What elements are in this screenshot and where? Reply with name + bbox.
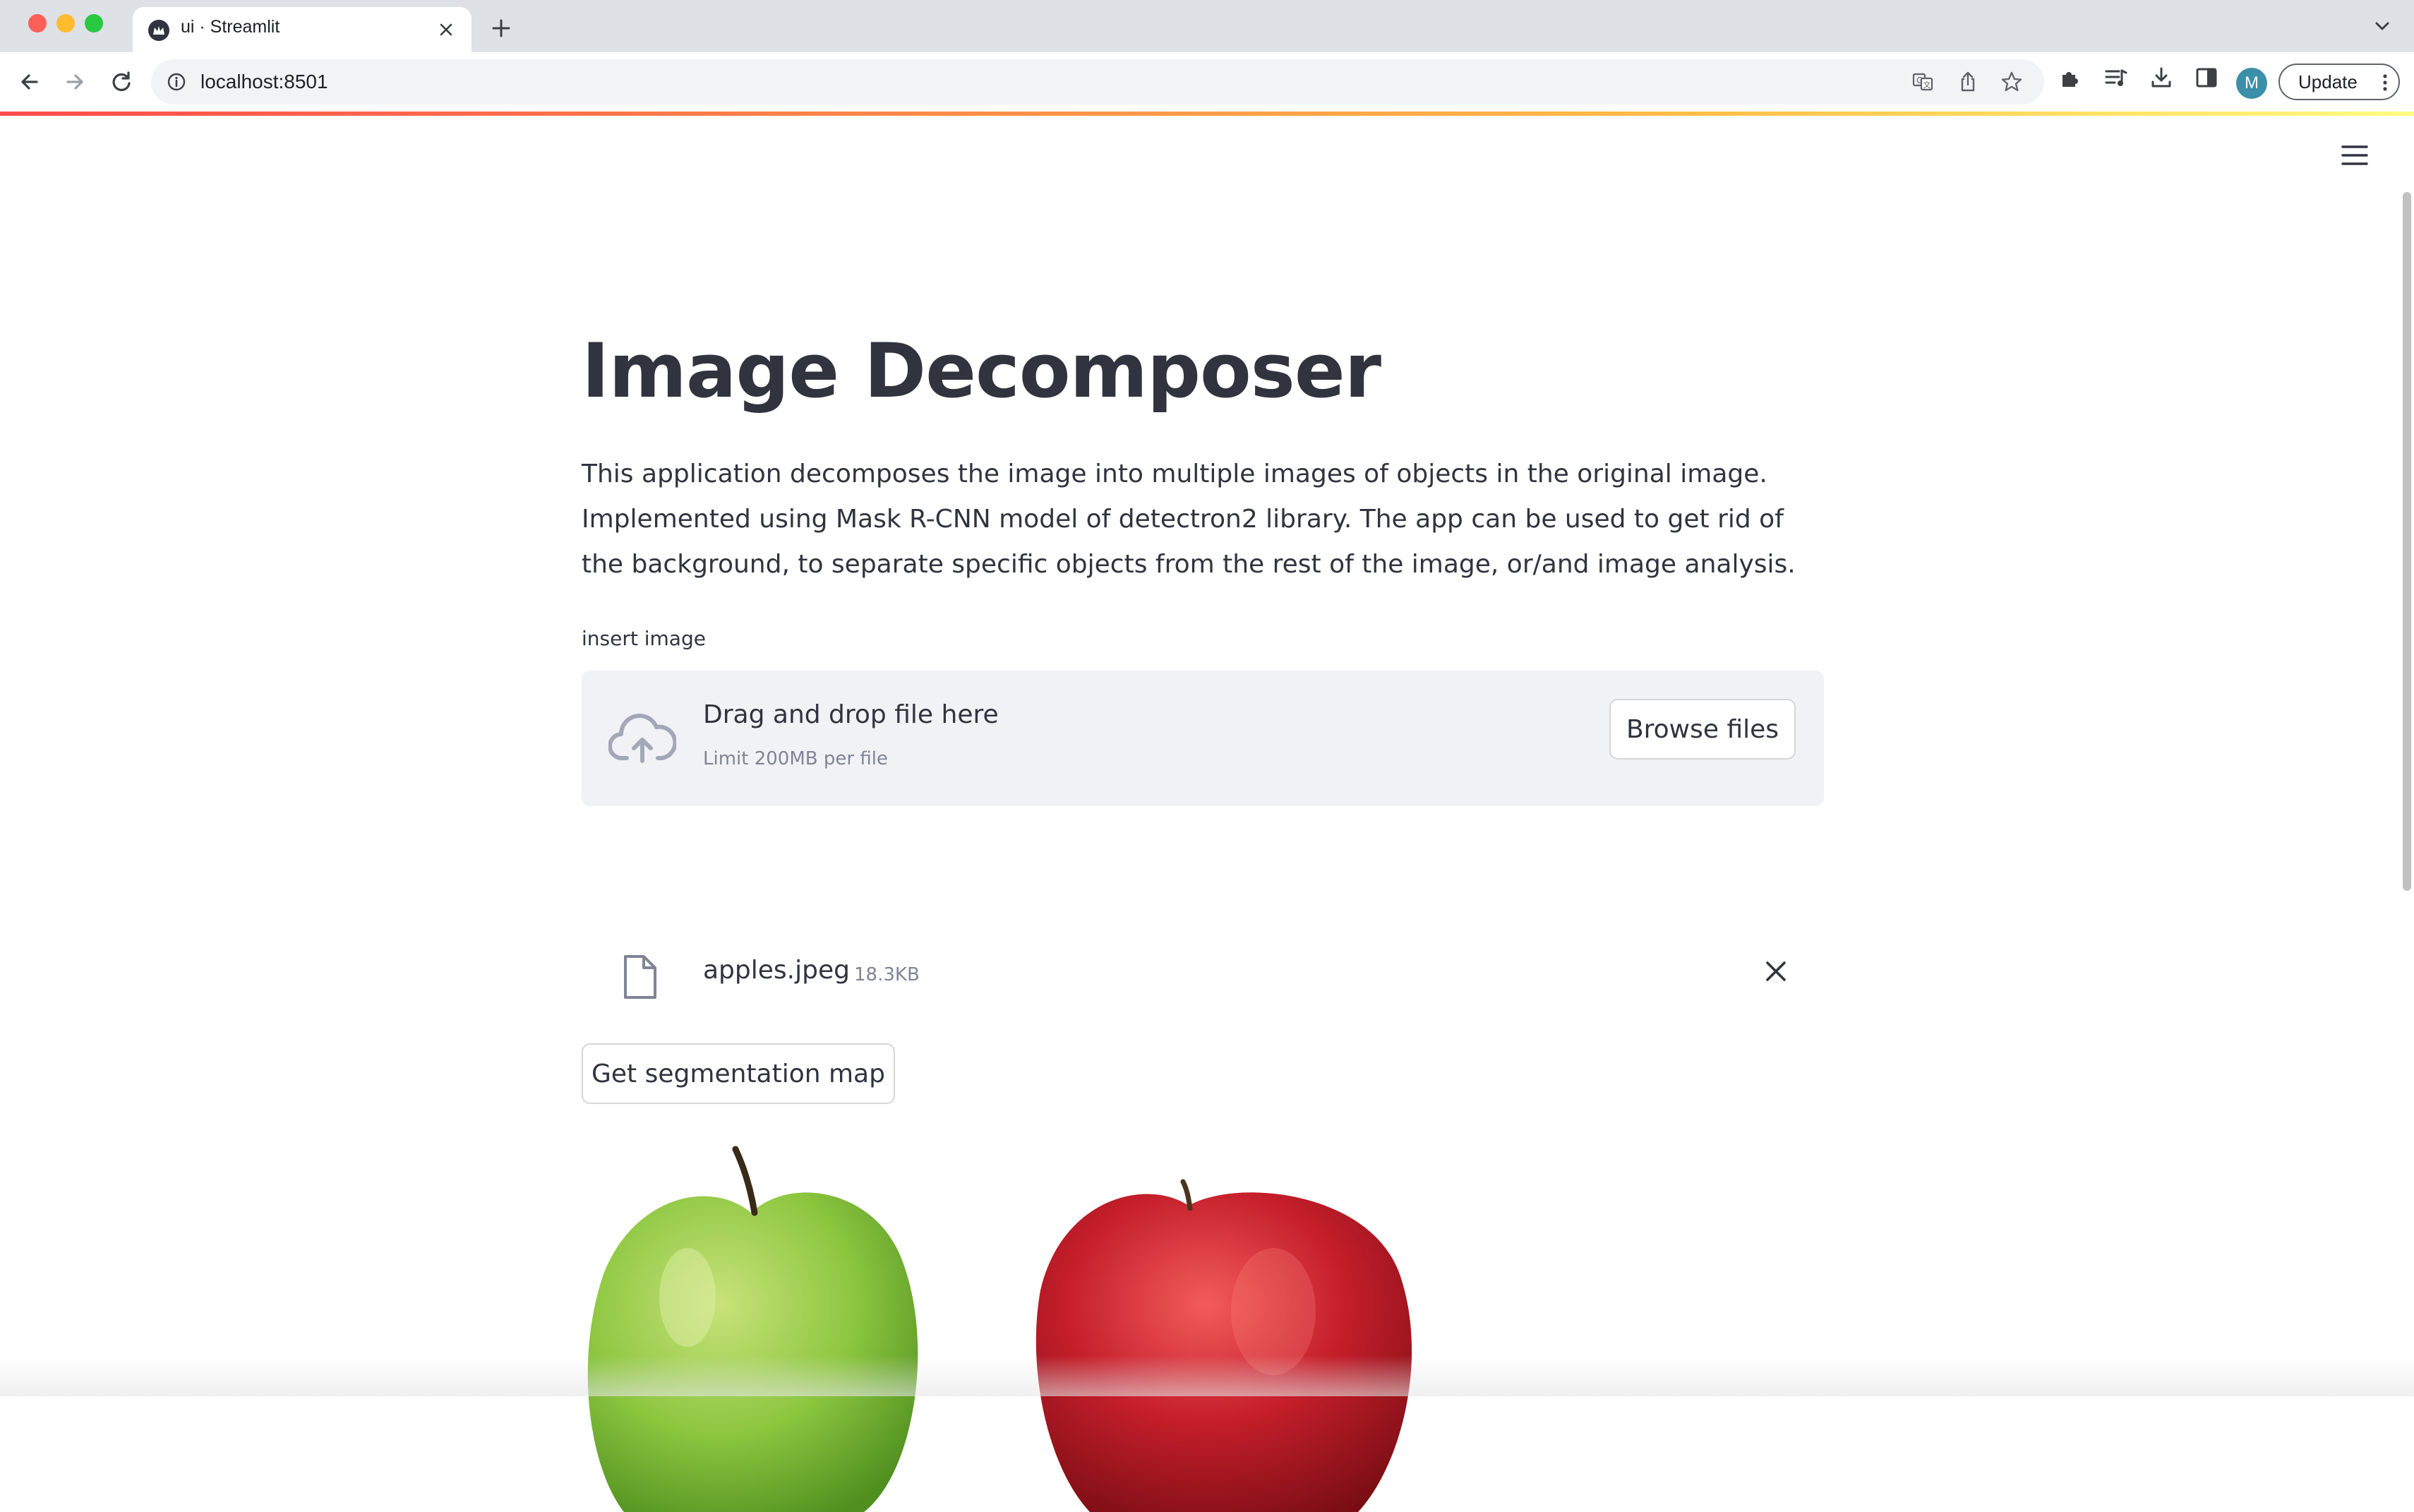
upload-cloud-icon [608,712,678,765]
window-close-button[interactable] [28,14,47,32]
download-icon[interactable] [2149,65,2174,90]
header-decoration-bar [0,112,2414,116]
chevron-down-icon[interactable] [2372,16,2393,37]
streamlit-favicon [148,20,169,41]
plus-icon[interactable] [487,14,515,42]
side-panel-icon[interactable] [2194,65,2219,90]
browse-files-button[interactable]: Browse files [1609,699,1796,760]
forward-arrow-icon[interactable] [59,66,90,97]
app-description: This application decomposes the image in… [582,460,1796,579]
hamburger-menu-icon[interactable] [2341,143,2369,168]
close-icon[interactable] [1760,956,1791,987]
green-apple-image [587,1146,918,1512]
translate-icon[interactable]: G文 [1911,71,1934,93]
uploaded-file-size: 18.3KB [854,964,920,985]
uploaded-image [582,1135,1457,1512]
close-icon[interactable] [435,18,457,41]
uploaded-file-row: apples.jpeg 18.3KB [582,935,1824,1012]
more-vert-icon [2382,73,2389,92]
browser-tab[interactable]: ui · Streamlit [133,7,472,52]
red-apple-image [1035,1179,1412,1512]
uploaded-file-name: apples.jpeg [703,956,850,985]
tab-title: ui · Streamlit [181,17,280,37]
dropzone-limit: Limit 200MB per file [703,748,888,769]
address-bar[interactable]: localhost:8501 G文 [151,59,2044,104]
star-icon[interactable] [2000,71,2023,93]
file-icon [621,954,659,1000]
page-title: Image Decomposer [582,328,1381,414]
dropzone-instruction: Drag and drop file here [703,700,999,729]
uploader-label: insert image [582,627,706,650]
svg-text:文: 文 [1923,80,1931,90]
window-zoom-button[interactable] [85,14,103,32]
extensions-icon[interactable] [2058,65,2084,90]
browser-tab-bar: ui · Streamlit [0,0,2414,52]
window-minimize-button[interactable] [56,14,75,32]
back-arrow-icon[interactable] [14,66,45,97]
update-button-label: Update [2298,71,2358,92]
reload-icon[interactable] [106,66,137,97]
browser-toolbar: localhost:8501 G文 [0,52,2414,112]
bottom-fade [0,1355,2414,1396]
file-dropzone[interactable]: Drag and drop file here Limit 200MB per … [582,671,1824,806]
get-segmentation-map-button[interactable]: Get segmentation map [582,1043,895,1104]
info-icon[interactable] [167,72,186,92]
profile-avatar[interactable]: M [2236,68,2267,99]
update-button[interactable]: Update [2278,64,2400,100]
url-text[interactable]: localhost:8501 [200,71,328,93]
share-icon[interactable] [1957,71,1979,93]
reading-list-icon[interactable] [2103,65,2129,90]
scrollbar-thumb[interactable] [2403,192,2411,891]
